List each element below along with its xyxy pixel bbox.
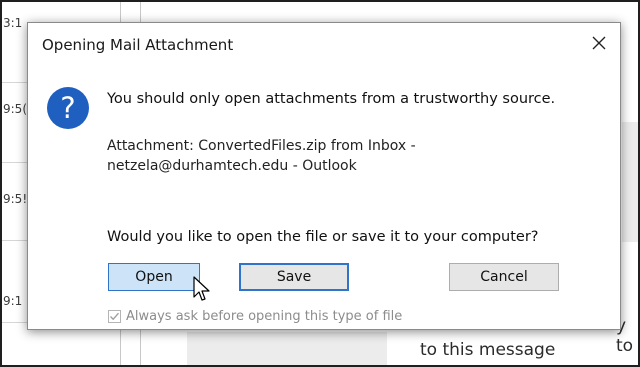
opening-mail-attachment-dialog: Opening Mail Attachment ? You should onl… [27,22,621,330]
mail-time: 3:1 [3,16,23,30]
message-fragment: to this message [420,340,556,360]
dialog-title: Opening Mail Attachment [42,36,234,54]
always-ask-checkbox-row: Always ask before opening this type of f… [108,309,402,324]
always-ask-label: Always ask before opening this type of f… [126,309,403,324]
open-button[interactable]: Open [108,263,200,291]
checkmark-icon [110,312,120,321]
attachment-line: Attachment: ConvertedFiles.zip from Inbo… [107,138,416,154]
save-button[interactable]: Save [239,263,349,291]
mail-time: 9:5( [3,102,27,116]
attachment-info: Attachment: ConvertedFiles.zip from Inbo… [107,136,416,176]
reading-pane-bar [622,122,638,242]
close-icon [592,36,606,50]
close-button[interactable] [584,28,614,58]
open-or-save-question: Would you like to open the file or save … [107,229,539,245]
mail-time: 9:1 [3,294,23,308]
warning-message: You should only open attachments from a … [107,91,556,107]
mail-time: 9:5! [3,192,28,206]
cancel-button[interactable]: Cancel [449,263,559,291]
always-ask-checkbox[interactable] [108,310,121,323]
attachment-line: netzela@durhamtech.edu - Outlook [107,158,357,174]
reading-pane-bar [187,332,387,365]
question-icon: ? [47,87,89,129]
